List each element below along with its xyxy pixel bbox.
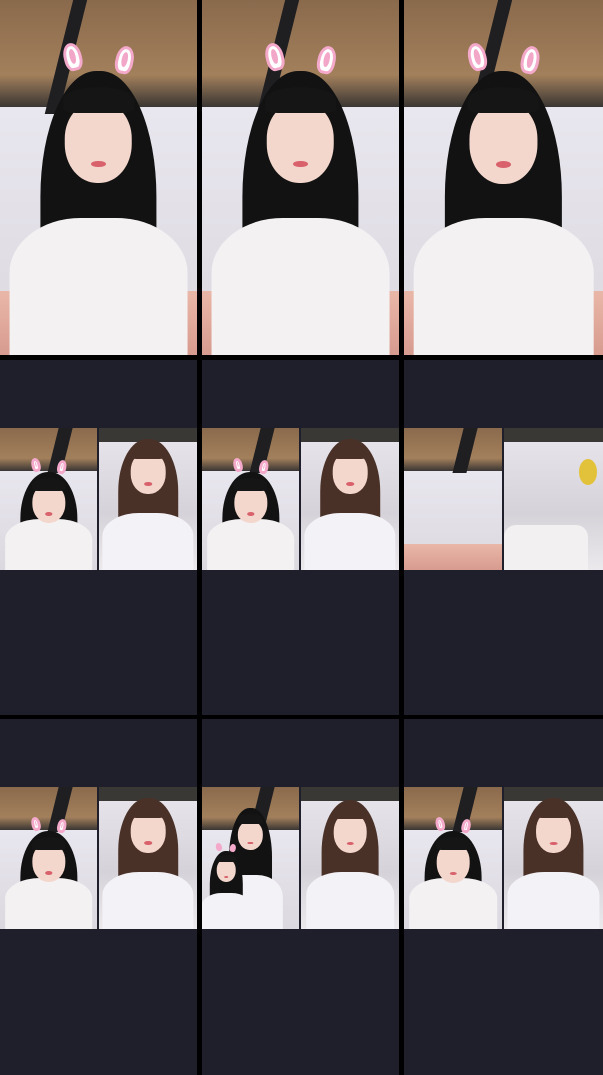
stream-feed [0,0,197,355]
shirt [206,519,295,570]
stream-feed-left [202,787,299,929]
stream-feed-right [504,787,603,929]
bunny-ear-right [113,44,137,76]
bunny-ear-left [29,816,42,832]
video-tile-2[interactable] [202,0,399,355]
shirt [9,217,188,355]
shirt [304,512,396,570]
lips [91,160,106,168]
bangs [237,814,264,824]
bunny-ear-left [215,842,224,852]
bunny-ears-filter [459,41,547,94]
video-tile-8[interactable] [202,719,399,1075]
stream-feed-left [202,428,299,570]
bunny-ear-right [460,817,472,834]
bunny-ear-right [257,459,270,475]
stream-feed-right [99,787,197,929]
bunny-ear-left [464,41,489,73]
person-figure [406,808,499,929]
shirt [102,871,194,929]
person-figure [302,434,398,570]
person-figure [2,449,94,570]
live-video-grid [0,0,603,1075]
bunny-ear-left [29,457,42,473]
person-figure [409,28,598,355]
bunny-ear-right [229,843,237,853]
stream-feed-left [404,787,502,929]
face [266,102,335,184]
person-figure [207,28,394,355]
video-tile-4[interactable] [0,360,197,715]
bunny-ear-right [55,459,68,475]
person-figure [5,28,192,355]
bunny-ears-filter [431,816,475,842]
bangs [331,445,369,460]
stream-feed-left [404,428,502,570]
shirt [202,893,252,929]
shirt [305,872,395,929]
bunny-ear-right [315,44,339,76]
person-figure [303,794,396,929]
face [64,102,133,184]
shirt [211,217,390,355]
shirt [507,871,600,929]
person-figure [204,449,296,570]
face [469,102,538,184]
stream-feed-right [99,428,197,570]
stream-feed [202,0,399,355]
video-tile-5[interactable] [202,360,399,715]
bangs [535,804,572,819]
person-figure [2,808,94,929]
bed-blanket [404,544,502,570]
video-tile-7[interactable] [0,719,197,1075]
stream-feed [404,0,603,355]
lips [224,875,229,878]
room-ceiling [404,428,502,471]
shirt [4,519,93,570]
bangs [129,804,167,819]
person-figure [202,842,253,929]
bangs [129,445,167,460]
stream-feed-right [504,428,603,570]
shirt [102,512,194,570]
shirt [4,878,93,929]
bunny-ear-left [262,41,287,73]
bunny-ear-right [55,818,68,834]
lips [293,160,308,168]
bunny-ear-left [231,457,244,473]
stream-feed-right [301,428,399,570]
video-tile-6[interactable] [404,360,603,715]
shelf-edge [504,428,603,443]
bunny-ears-filter [229,457,272,483]
video-tile-9[interactable] [404,719,603,1075]
bangs [332,806,368,820]
person-figure [505,793,602,929]
bunny-ears-filter [257,41,345,94]
shirt [413,217,594,355]
plush-toy [579,459,598,485]
stream-feed-left [0,428,97,570]
person-figure [100,434,196,570]
bunny-ears-filter [214,842,239,857]
stream-feed-right [301,787,399,929]
shirt [408,878,498,929]
bunny-ears-filter [27,457,70,483]
video-tile-1[interactable] [0,0,197,355]
bunny-ears-filter [55,41,143,94]
face [216,859,236,883]
video-tile-3[interactable] [404,0,603,355]
person-figure [100,793,196,929]
bunny-ear-left [60,41,85,73]
lips [496,161,511,168]
bunny-ear-right [518,44,542,76]
bunny-ear-left [434,816,446,832]
pillow [504,524,589,570]
bunny-ears-filter [27,816,70,842]
stream-feed-left [0,787,97,929]
